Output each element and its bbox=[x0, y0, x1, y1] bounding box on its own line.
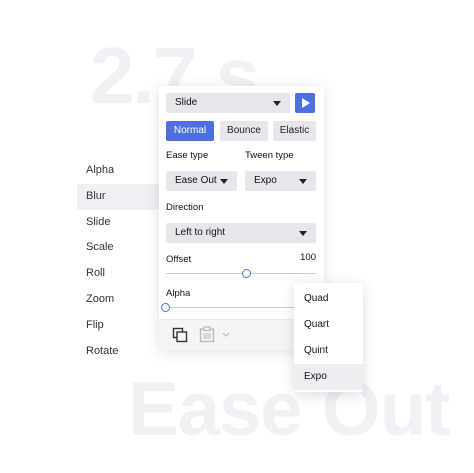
direction-label: Direction bbox=[166, 202, 204, 213]
copy-icon[interactable] bbox=[172, 327, 188, 343]
dropdown-option-quad[interactable]: Quad bbox=[294, 286, 363, 312]
alpha-slider-handle[interactable] bbox=[161, 303, 170, 312]
direction-select[interactable]: Left to right bbox=[166, 223, 316, 243]
effect-item-roll[interactable]: Roll bbox=[77, 261, 159, 287]
tween-type-dropdown: Quad Quart Quint Expo bbox=[294, 283, 363, 392]
effect-item-label: Blur bbox=[86, 189, 106, 202]
tween-type-label: Tween type bbox=[245, 150, 294, 161]
dropdown-option-quart[interactable]: Quart bbox=[294, 312, 363, 338]
effect-item-label: Roll bbox=[86, 267, 105, 280]
effect-item-label: Slide bbox=[86, 215, 111, 228]
mode-bounce-button[interactable]: Bounce bbox=[220, 121, 268, 141]
effect-item-rotate[interactable]: Rotate bbox=[77, 339, 159, 365]
effect-item-scale[interactable]: Scale bbox=[77, 235, 159, 261]
ease-type-select[interactable]: Ease Out bbox=[166, 171, 237, 191]
animation-select[interactable]: Slide bbox=[166, 93, 290, 113]
play-button[interactable] bbox=[295, 93, 315, 113]
effect-item-zoom[interactable]: Zoom bbox=[77, 287, 159, 313]
effect-item-label: Flip bbox=[86, 318, 104, 331]
chevron-down-icon[interactable] bbox=[222, 332, 230, 338]
effect-item-flip[interactable]: Flip bbox=[77, 313, 159, 339]
effect-item-label: Alpha bbox=[86, 164, 115, 176]
offset-value: 100 bbox=[300, 252, 316, 263]
dropdown-option-quint[interactable]: Quint bbox=[294, 338, 363, 364]
effect-item-label: Rotate bbox=[86, 344, 119, 357]
effect-item-alpha[interactable]: Alpha bbox=[77, 158, 159, 184]
dropdown-option-expo[interactable]: Expo bbox=[294, 364, 363, 390]
effect-item-label: Scale bbox=[86, 241, 114, 254]
ease-background-text: Ease Out bbox=[128, 367, 450, 452]
tween-type-value: Expo bbox=[254, 175, 277, 186]
offset-slider-track[interactable] bbox=[166, 273, 316, 274]
chevron-down-icon bbox=[220, 179, 228, 184]
effect-item-blur[interactable]: Blur bbox=[77, 183, 159, 210]
effect-item-slide[interactable]: Slide bbox=[77, 210, 159, 236]
mode-normal-button[interactable]: Normal bbox=[166, 121, 214, 141]
effect-list: Alpha Blur Slide Scale Roll Zoom Flip Ro… bbox=[77, 158, 159, 364]
alpha-label: Alpha bbox=[166, 288, 191, 299]
chevron-down-icon bbox=[299, 179, 307, 184]
direction-value: Left to right bbox=[175, 227, 226, 238]
chevron-down-icon bbox=[299, 231, 307, 236]
animation-select-value: Slide bbox=[175, 97, 198, 108]
offset-label: Offset bbox=[166, 254, 192, 265]
chevron-down-icon bbox=[273, 101, 281, 106]
clipboard-icon[interactable] bbox=[199, 326, 215, 343]
tween-type-select[interactable]: Expo bbox=[245, 171, 316, 191]
effect-item-label: Zoom bbox=[86, 292, 115, 305]
mode-elastic-button[interactable]: Elastic bbox=[273, 121, 316, 141]
ease-type-label: Ease type bbox=[166, 150, 209, 161]
ease-type-value: Ease Out bbox=[175, 175, 217, 186]
offset-slider-handle[interactable] bbox=[242, 269, 251, 278]
